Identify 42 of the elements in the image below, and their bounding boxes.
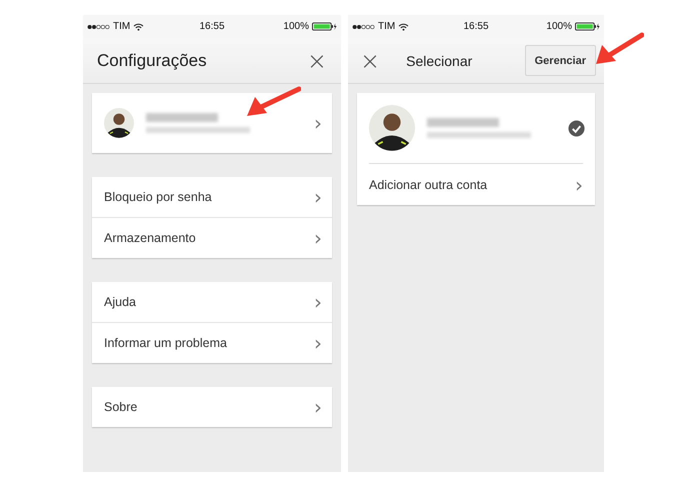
menu-item[interactable]: Ajuda › — [92, 282, 332, 322]
chevron-icon: › — [314, 113, 322, 133]
menu-label: Ajuda — [104, 295, 137, 309]
menu-item[interactable]: Armazenamento › — [92, 217, 332, 258]
signal-icon — [352, 24, 375, 30]
battery-percent: 100% — [283, 21, 309, 32]
chevron-icon: › — [314, 187, 322, 207]
account-row[interactable]: › — [92, 93, 332, 153]
signal-icon — [87, 24, 110, 30]
manage-button[interactable]: Gerenciar — [524, 45, 596, 76]
chevron-icon: › — [314, 333, 322, 353]
chevron-icon: › — [575, 174, 583, 194]
menu-label: Informar um problema — [104, 336, 228, 350]
chevron-icon: › — [314, 228, 322, 248]
avatar-icon — [369, 105, 415, 151]
wifi-icon — [398, 22, 410, 30]
menu-label: Armazenamento — [104, 231, 197, 245]
chevron-icon: › — [314, 397, 322, 417]
status-time: 16:55 — [199, 21, 225, 32]
screen-title: Configurações — [97, 50, 207, 70]
carrier-name: TIM — [378, 21, 396, 32]
menu-item[interactable]: Sobre › — [92, 387, 332, 427]
menu-label: Bloqueio por senha — [104, 190, 213, 204]
battery-icon — [575, 22, 600, 31]
menu-item[interactable]: Bloqueio por senha › — [92, 177, 332, 217]
arrow-icon — [594, 32, 644, 66]
menu-label: Sobre — [104, 400, 138, 414]
carrier-name: TIM — [113, 21, 130, 32]
close-button[interactable]: × — [304, 48, 329, 72]
blurred-name — [146, 113, 218, 122]
screen-title: Selecionar — [405, 52, 474, 68]
chevron-icon: › — [314, 292, 322, 312]
battery-icon — [312, 22, 337, 31]
close-button[interactable]: × — [358, 48, 382, 72]
avatar-icon — [104, 108, 134, 138]
menu-item[interactable]: Adicionar outra conta › — [369, 163, 583, 205]
menu-label: Adicionar outra conta — [369, 178, 488, 192]
status-time: 16:55 — [463, 21, 489, 32]
battery-percent: 100% — [546, 21, 572, 32]
menu-item[interactable]: Informar um problema › — [92, 322, 332, 363]
wifi-icon — [133, 22, 144, 30]
blurred-name — [427, 118, 499, 127]
